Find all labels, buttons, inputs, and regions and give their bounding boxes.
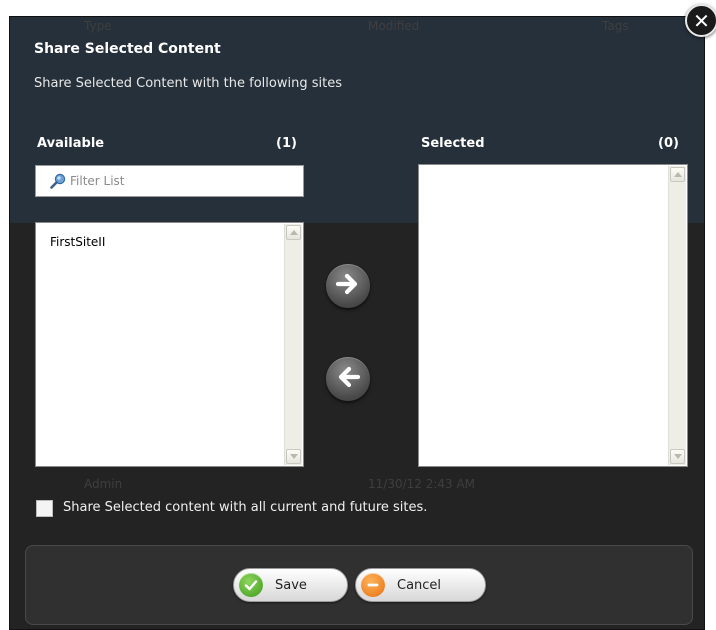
share-dialog: Type Modified Tags Admin 11/30/12 2:43 A… (9, 16, 705, 630)
bg-header-tags: Tags (602, 19, 629, 33)
scroll-down-icon[interactable] (670, 449, 685, 464)
share-all-checkbox[interactable] (36, 500, 53, 517)
cancel-button-label: Cancel (397, 577, 442, 593)
available-header: Available (37, 136, 105, 151)
share-all-label[interactable]: Share Selected content with all current … (63, 500, 427, 515)
list-item[interactable]: FirstSiteII (50, 235, 105, 249)
search-icon (50, 173, 66, 189)
bg-row-modified: 11/30/12 2:43 AM (368, 477, 476, 491)
move-right-button[interactable] (326, 264, 370, 308)
move-left-button[interactable] (326, 357, 370, 401)
scroll-up-icon[interactable] (286, 225, 301, 240)
bg-header-type: Type (84, 19, 112, 33)
arrow-left-icon (334, 363, 362, 395)
save-button-label: Save (275, 577, 307, 593)
available-count: (1) (276, 136, 297, 151)
dialog-subtitle: Share Selected Content with the followin… (34, 76, 342, 91)
scroll-up-icon[interactable] (670, 167, 685, 182)
selected-list[interactable] (418, 164, 688, 467)
scroll-down-icon[interactable] (286, 449, 301, 464)
selected-list-scrollbar[interactable] (668, 166, 686, 465)
dialog-title: Share Selected Content (34, 41, 221, 57)
minus-icon (361, 573, 385, 597)
save-button[interactable]: Save (233, 568, 348, 602)
close-button[interactable]: ✕ (685, 4, 716, 37)
bg-header-modified: Modified (368, 19, 420, 33)
available-list-scrollbar[interactable] (284, 224, 302, 465)
check-icon (239, 573, 263, 597)
arrow-right-icon (334, 270, 362, 302)
cancel-button[interactable]: Cancel (355, 568, 486, 602)
bg-row-type: Admin (84, 477, 123, 491)
available-list[interactable]: FirstSiteII (35, 222, 304, 467)
close-icon: ✕ (693, 8, 710, 33)
filter-list-input-wrapper[interactable] (35, 165, 304, 197)
selected-count: (0) (658, 136, 679, 151)
dialog-footer: Save Cancel (25, 545, 693, 625)
filter-list-input[interactable] (70, 174, 290, 188)
selected-header: Selected (421, 136, 485, 151)
